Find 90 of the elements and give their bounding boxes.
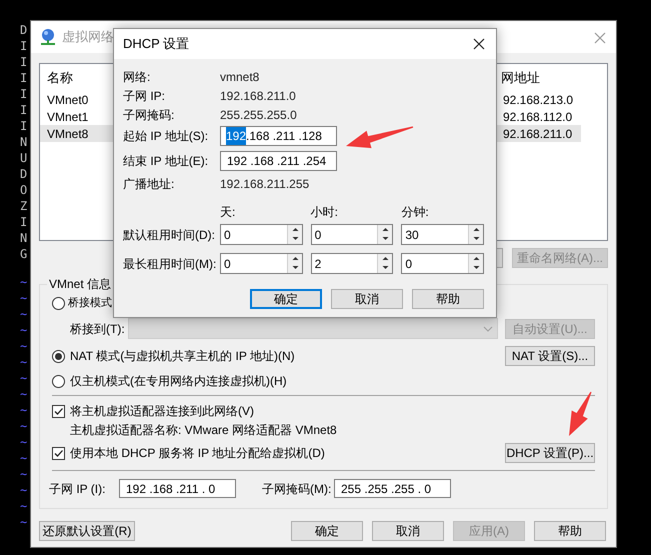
column-header[interactable]: 网地址: [501, 68, 540, 88]
end-ip-field[interactable]: 192 .168 .211 .254: [220, 151, 337, 171]
tilde-marker: ~: [20, 498, 28, 514]
checkbox[interactable]: [52, 446, 65, 460]
tilde-marker: ~: [20, 482, 28, 498]
network-globe-icon: [39, 28, 57, 46]
radio-button[interactable]: [52, 296, 65, 310]
terminal-text: I: [20, 102, 28, 118]
dialog-button[interactable]: 取消: [331, 289, 403, 309]
tilde-marker: ~: [20, 434, 28, 450]
terminal-text: I: [20, 70, 28, 86]
dialog-button[interactable]: 确定: [250, 289, 322, 309]
tilde-marker: ~: [20, 290, 28, 306]
group-title: VMnet 信息: [47, 276, 114, 292]
close-icon[interactable]: [473, 38, 485, 50]
terminal-text: I: [20, 54, 28, 70]
footer-button[interactable]: 还原默认设置(R): [39, 521, 135, 541]
terminal-text: I: [20, 86, 28, 102]
bridge-to-label: 桥接到(T):: [70, 320, 126, 338]
dialog-button[interactable]: 帮助: [412, 289, 484, 309]
spin-box[interactable]: 0: [220, 253, 303, 274]
subnet-ip-field[interactable]: 192 .168 .211 . 0: [119, 479, 236, 498]
field-label: 广播地址:: [123, 176, 176, 192]
field-label: 网络:: [123, 68, 152, 86]
tilde-marker: ~: [20, 514, 28, 530]
terminal-text: I: [20, 118, 28, 134]
tilde-marker: ~: [20, 386, 28, 402]
tilde-marker: ~: [20, 418, 28, 434]
field-label: 结束 IP 地址(E):: [123, 153, 210, 170]
tilde-marker: ~: [20, 466, 28, 482]
start-ip-field[interactable]: 192.168 .211 .128: [220, 126, 337, 146]
terminal-text: N: [20, 230, 28, 246]
dhcp-settings-button[interactable]: DHCP 设置(P)...: [505, 443, 595, 463]
tilde-marker: ~: [20, 354, 28, 370]
tilde-marker: ~: [20, 402, 28, 418]
spin-box[interactable]: 0: [401, 253, 484, 274]
terminal-text: D: [20, 166, 28, 182]
radio-label: 桥接模式: [68, 296, 112, 311]
radio-label: NAT 模式(与虚拟机共享主机的 IP 地址)(N): [70, 348, 295, 365]
check-icon: [53, 406, 64, 416]
tilde-marker: ~: [20, 306, 28, 322]
subnet-mask-field[interactable]: 255 .255 .255 . 0: [334, 479, 451, 498]
tilde-marker: ~: [20, 370, 28, 386]
spin-box[interactable]: 2: [310, 253, 394, 274]
terminal-text: Z: [20, 198, 28, 214]
field-value: 192.168.211.255: [220, 176, 310, 192]
spin-box[interactable]: 0: [220, 224, 303, 245]
column-header[interactable]: 名称: [47, 68, 73, 88]
field-label: 子网 IP:: [123, 88, 166, 104]
field-label: 子网 IP (I):: [49, 480, 106, 498]
column-label: 小时:: [310, 205, 338, 219]
terminal-text: O: [20, 182, 28, 198]
tilde-marker: ~: [20, 322, 28, 338]
column-label: 分钟:: [401, 205, 429, 219]
footer-button[interactable]: 取消: [372, 521, 444, 541]
terminal-text: D: [20, 22, 28, 38]
checkbox[interactable]: [52, 404, 65, 418]
column-label: 天:: [220, 205, 236, 219]
radio-label: 仅主机模式(在专用网络内连接虚拟机)(H): [70, 373, 287, 390]
spin-box[interactable]: 30: [401, 224, 484, 245]
tilde-marker: ~: [20, 274, 28, 290]
terminal-text: I: [20, 214, 28, 230]
dialog-title: DHCP 设置: [123, 35, 190, 54]
spin-box[interactable]: 0: [310, 224, 394, 245]
field-label: 子网掩码:: [123, 106, 176, 124]
nat-settings-button[interactable]: NAT 设置(S)...: [505, 346, 595, 366]
check-icon: [53, 448, 64, 458]
checkbox-label: 将主机虚拟适配器连接到此网络(V): [70, 403, 254, 420]
terminal-text: U: [20, 150, 28, 166]
footer-button[interactable]: 确定: [291, 521, 363, 541]
chevron-down-icon: [483, 326, 493, 332]
annotation-arrow: [569, 392, 592, 436]
terminal-text: N: [20, 134, 28, 150]
adapter-name-text: 主机虚拟适配器名称: VMware 网络适配器 VMnet8: [70, 422, 337, 439]
footer-button[interactable]: 帮助: [534, 521, 606, 541]
terminal-text: I: [20, 38, 28, 54]
checkbox-label: 使用本地 DHCP 服务将 IP 地址分配给虚拟机(D): [70, 445, 325, 462]
field-label: 起始 IP 地址(S):: [123, 128, 210, 145]
field-value: 255.255.255.0: [220, 106, 297, 124]
field-label: 子网掩码(M):: [262, 480, 332, 498]
field-value: 192.168.211.0: [220, 88, 296, 104]
terminal-text: G: [20, 246, 28, 262]
window-title: 虚拟网络: [62, 28, 114, 46]
annotation-arrow: [346, 126, 414, 148]
field-value: vmnet8: [220, 68, 260, 86]
field-label: 默认租用时间(D):: [123, 226, 212, 244]
radio-button[interactable]: [52, 374, 65, 388]
tilde-marker: ~: [20, 450, 28, 466]
radio-button[interactable]: [52, 350, 65, 362]
tilde-marker: ~: [20, 338, 28, 354]
